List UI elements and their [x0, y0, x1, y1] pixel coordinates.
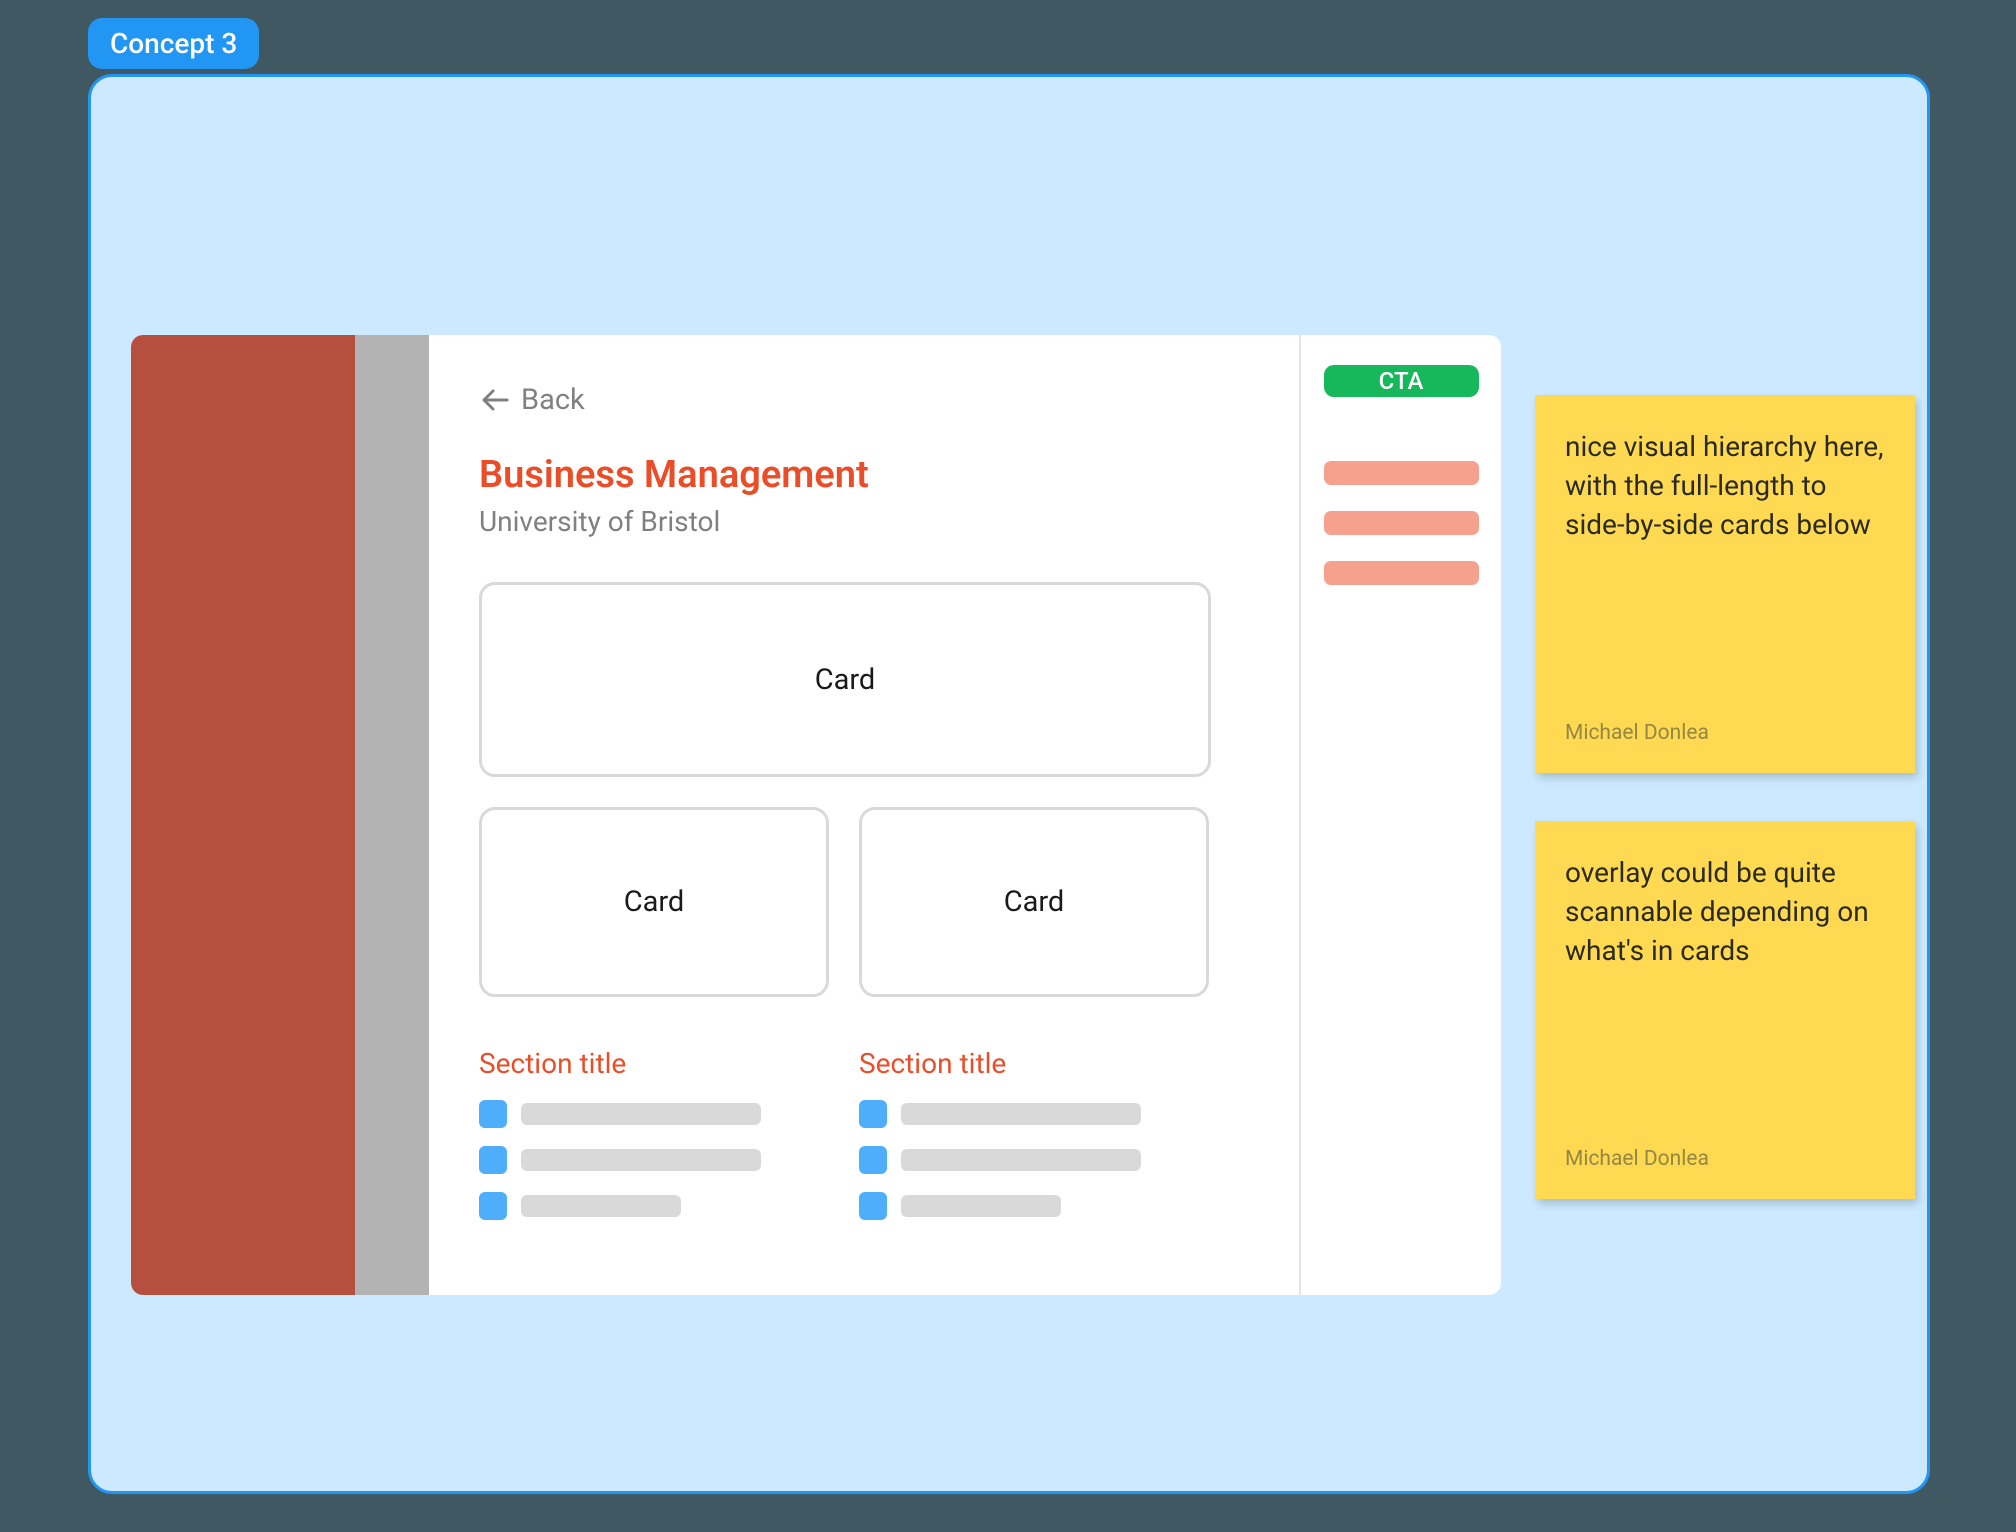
- cta-label: CTA: [1379, 367, 1424, 395]
- list-item[interactable]: [479, 1192, 829, 1220]
- bullet-icon: [859, 1146, 887, 1174]
- bullet-icon: [479, 1192, 507, 1220]
- page-subtitle: University of Bristol: [479, 505, 1249, 538]
- placeholder-bar: [521, 1195, 681, 1217]
- section-title: Section title: [859, 1047, 1209, 1080]
- back-button[interactable]: Back: [479, 383, 1249, 417]
- sticky-note[interactable]: nice visual hierarchy here, with the ful…: [1535, 395, 1915, 773]
- sidebar-secondary: [355, 335, 429, 1295]
- list-item[interactable]: [859, 1100, 1209, 1128]
- bullet-icon: [859, 1100, 887, 1128]
- right-panel: CTA: [1301, 335, 1501, 1295]
- main-content: Back Business Management University of B…: [429, 335, 1301, 1295]
- bullet-icon: [479, 1100, 507, 1128]
- cta-button[interactable]: CTA: [1324, 365, 1479, 397]
- mockup-container: Back Business Management University of B…: [131, 335, 1501, 1295]
- bullet-icon: [479, 1146, 507, 1174]
- card-half-1[interactable]: Card: [479, 807, 829, 997]
- concept-badge: Concept 3: [88, 18, 259, 69]
- list-item[interactable]: [479, 1146, 829, 1174]
- placeholder-bar: [1324, 511, 1479, 535]
- placeholder-bar: [901, 1149, 1141, 1171]
- placeholder-bar: [1324, 561, 1479, 585]
- back-label: Back: [521, 383, 585, 417]
- card-half-2[interactable]: Card: [859, 807, 1209, 997]
- list-item[interactable]: [859, 1146, 1209, 1174]
- list-item[interactable]: [479, 1100, 829, 1128]
- placeholder-bar: [901, 1103, 1141, 1125]
- placeholder-bar: [1324, 461, 1479, 485]
- sections-row: Section title Secti: [479, 1047, 1249, 1238]
- section-column-1: Section title: [479, 1047, 829, 1238]
- card-label: Card: [815, 663, 876, 697]
- sticky-note-text: nice visual hierarchy here, with the ful…: [1565, 427, 1885, 545]
- arrow-left-icon: [479, 384, 511, 416]
- bullet-icon: [859, 1192, 887, 1220]
- sticky-note-author: Michael Donlea: [1565, 1147, 1885, 1171]
- card-row: Card Card: [479, 807, 1249, 997]
- page-title: Business Management: [479, 453, 1249, 497]
- placeholder-bar: [901, 1195, 1061, 1217]
- sticky-note-author: Michael Donlea: [1565, 721, 1885, 745]
- section-column-2: Section title: [859, 1047, 1209, 1238]
- sidebar-primary: [131, 335, 355, 1295]
- sticky-note[interactable]: overlay could be quite scannable dependi…: [1535, 821, 1915, 1199]
- sticky-note-text: overlay could be quite scannable dependi…: [1565, 853, 1885, 971]
- card-label: Card: [624, 885, 685, 919]
- placeholder-bar: [521, 1103, 761, 1125]
- placeholder-bar: [521, 1149, 761, 1171]
- concept-frame: Back Business Management University of B…: [88, 74, 1930, 1494]
- list-item[interactable]: [859, 1192, 1209, 1220]
- card-label: Card: [1004, 885, 1065, 919]
- section-title: Section title: [479, 1047, 829, 1080]
- card-full-width[interactable]: Card: [479, 582, 1211, 777]
